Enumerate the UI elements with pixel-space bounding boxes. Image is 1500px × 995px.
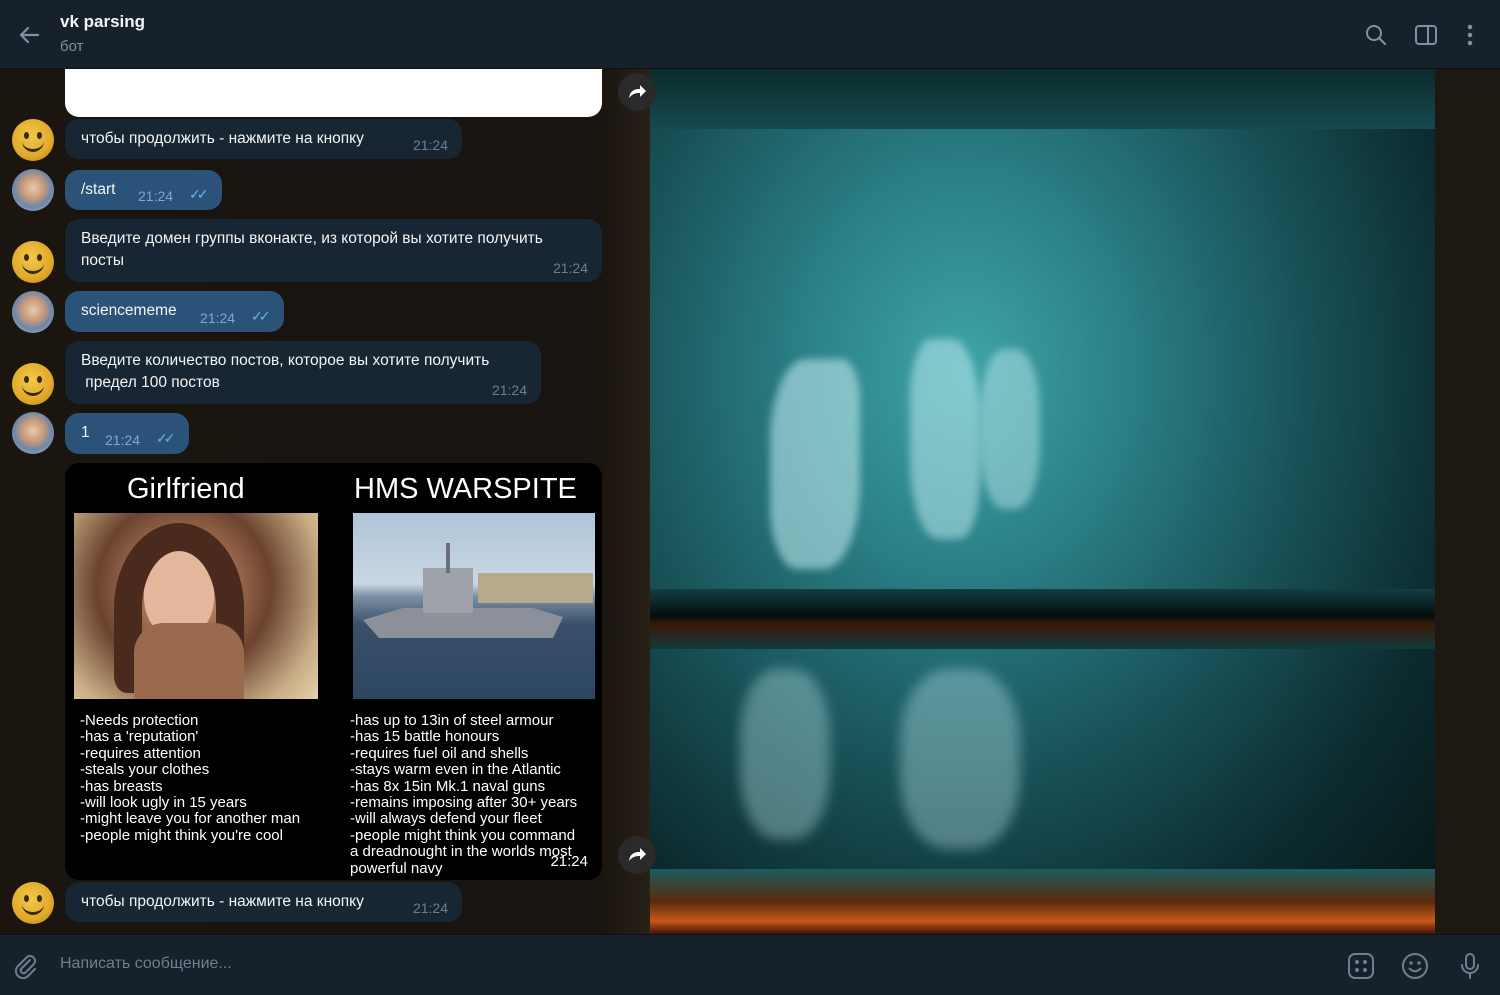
chat-title[interactable]: vk parsing bbox=[60, 12, 145, 32]
wallpaper-image bbox=[650, 69, 1435, 934]
microphone-icon[interactable] bbox=[1455, 951, 1485, 981]
read-check-icon: ✓✓ bbox=[156, 430, 176, 446]
back-arrow-icon[interactable] bbox=[14, 20, 44, 50]
message-composer bbox=[0, 934, 1500, 995]
girlfriend-photo bbox=[74, 513, 318, 699]
message-bubble[interactable]: Введите количество постов, которое вы хо… bbox=[65, 341, 541, 404]
message-text: чтобы продолжить - нажмите на кнопку bbox=[81, 130, 364, 147]
message-text: 1 bbox=[81, 424, 90, 441]
message-text-line: предел 100 постов bbox=[81, 374, 220, 391]
read-check-icon: ✓✓ bbox=[251, 308, 271, 324]
read-check-icon: ✓✓ bbox=[189, 186, 209, 202]
more-vertical-icon[interactable] bbox=[1457, 22, 1483, 48]
battleship-photo bbox=[353, 513, 595, 699]
message-bubble[interactable]: 1 21:24 ✓✓ bbox=[65, 413, 189, 454]
meme-left-title: Girlfriend bbox=[127, 473, 245, 505]
message-time: 21:24 bbox=[412, 900, 448, 916]
message-time: 21:24 bbox=[138, 188, 174, 204]
message-bubble[interactable]: Введите домен группы вконакте, из которо… bbox=[65, 219, 602, 282]
message-text-line: Введите домен группы вконакте, из которо… bbox=[81, 230, 543, 247]
message-bubble[interactable]: чтобы продолжить - нажмите на кнопку 21:… bbox=[65, 119, 462, 159]
emoji-icon[interactable] bbox=[1400, 951, 1430, 981]
message-time: 21:24 bbox=[550, 853, 588, 870]
meme-right-title: HMS WARSPITE bbox=[354, 473, 577, 505]
message-input[interactable] bbox=[60, 949, 1260, 979]
message-time: 21:24 bbox=[491, 382, 527, 398]
message-text-line: посты bbox=[81, 252, 125, 269]
chat-area[interactable]: чтобы продолжить - нажмите на кнопку 21:… bbox=[0, 69, 1500, 934]
meme-right-list: -has up to 13in of steel armour -has 15 … bbox=[350, 712, 578, 877]
bot-avatar[interactable] bbox=[12, 119, 54, 161]
message-text: чтобы продолжить - нажмите на кнопку bbox=[81, 893, 364, 910]
bot-avatar[interactable] bbox=[12, 363, 54, 405]
forward-icon[interactable] bbox=[618, 836, 656, 874]
message-text-line: Введите количество постов, которое вы хо… bbox=[81, 352, 490, 369]
bot-avatar[interactable] bbox=[12, 241, 54, 283]
message-time: 21:24 bbox=[412, 137, 448, 153]
user-avatar[interactable] bbox=[12, 169, 54, 211]
forward-icon[interactable] bbox=[618, 73, 656, 111]
bot-commands-icon[interactable] bbox=[1346, 951, 1376, 981]
sidebar-toggle-icon[interactable] bbox=[1413, 22, 1439, 48]
message-time: 21:24 bbox=[200, 310, 236, 326]
chat-subtitle: бот bbox=[60, 38, 84, 55]
image-message[interactable]: Girlfriend HMS WARSPITE -Needs protectio… bbox=[65, 463, 602, 880]
message-time: 21:24 bbox=[552, 260, 588, 276]
attach-icon[interactable] bbox=[10, 951, 40, 981]
message-bubble[interactable]: /start 21:24 ✓✓ bbox=[65, 170, 222, 210]
partial-message-bubble bbox=[65, 69, 602, 117]
message-text: /start bbox=[81, 181, 116, 198]
message-bubble[interactable]: чтобы продолжить - нажмите на кнопку 21:… bbox=[65, 882, 462, 922]
message-text: sciencememe bbox=[81, 302, 177, 319]
message-time: 21:24 bbox=[105, 432, 141, 448]
message-bubble[interactable]: sciencememe 21:24 ✓✓ bbox=[65, 291, 284, 332]
user-avatar[interactable] bbox=[12, 412, 54, 454]
meme-left-list: -Needs protection -has a 'reputation' -r… bbox=[80, 712, 301, 844]
search-icon[interactable] bbox=[1363, 22, 1389, 48]
chat-header: vk parsing бот bbox=[0, 0, 1500, 69]
user-avatar[interactable] bbox=[12, 291, 54, 333]
bot-avatar[interactable] bbox=[12, 882, 54, 924]
wallpaper-edge bbox=[1435, 69, 1500, 934]
